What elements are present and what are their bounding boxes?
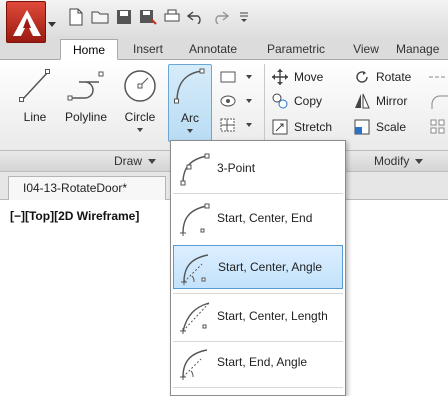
undo-icon[interactable] bbox=[186, 7, 206, 27]
polyline-label: Polyline bbox=[64, 110, 108, 124]
ribbon-tabs: Home Insert Annotate Parametric View Man… bbox=[0, 36, 448, 60]
mirror-button[interactable]: Mirror bbox=[352, 90, 407, 112]
viewport-controls-label[interactable]: [−][Top][2D Wireframe] bbox=[10, 209, 139, 223]
arc-label: Arc bbox=[181, 111, 199, 125]
application-menu-caret-icon[interactable] bbox=[48, 22, 56, 27]
save-icon[interactable] bbox=[114, 7, 134, 27]
polyline-icon bbox=[67, 71, 104, 101]
tab-home[interactable]: Home bbox=[60, 39, 118, 60]
modify-panel-title[interactable]: Modify bbox=[374, 154, 424, 168]
arc-dropdown-caret-icon[interactable] bbox=[187, 129, 193, 133]
tab-annotate[interactable]: Annotate bbox=[180, 39, 246, 60]
rotate-icon bbox=[352, 67, 372, 87]
modify-panel-caret-icon bbox=[415, 159, 424, 165]
ribbon-separator bbox=[264, 64, 265, 148]
autocad-logo-icon bbox=[13, 10, 41, 36]
arc-dropdown-menu: 3-Point Start, Center, End Start, Center… bbox=[170, 140, 346, 396]
arc-3-point-icon bbox=[180, 153, 210, 186]
tab-parametric[interactable]: Parametric bbox=[256, 39, 336, 60]
menu-item-label: Start, Center, Angle bbox=[218, 260, 323, 274]
line-label: Line bbox=[23, 110, 47, 124]
document-tab[interactable]: I04-13-RotateDoor* bbox=[8, 176, 166, 200]
circle-dropdown-caret-icon[interactable] bbox=[137, 128, 143, 132]
circle-button[interactable]: Circle bbox=[118, 64, 162, 150]
draw-panel-caret-icon bbox=[148, 159, 157, 165]
menu-item-label: 3-Point bbox=[217, 161, 256, 175]
ribbon-panel: Line Polyline Circle Arc Move Copy Stret… bbox=[0, 60, 448, 150]
tab-insert[interactable]: Insert bbox=[124, 39, 172, 60]
stretch-button[interactable]: Stretch bbox=[270, 116, 332, 138]
gradient-button[interactable] bbox=[218, 114, 252, 136]
print-icon[interactable] bbox=[162, 7, 182, 27]
mirror-label: Mirror bbox=[376, 94, 408, 108]
circle-label: Circle bbox=[124, 110, 156, 124]
arc-start-center-end-icon bbox=[180, 203, 210, 236]
menu-item-3-point[interactable]: 3-Point bbox=[173, 147, 343, 191]
hatch-icon bbox=[218, 91, 238, 111]
line-button[interactable]: Line bbox=[10, 64, 60, 150]
application-menu-button[interactable] bbox=[6, 1, 46, 43]
fillet-icon[interactable] bbox=[428, 90, 448, 112]
draw-panel-title[interactable]: Draw bbox=[114, 154, 157, 168]
menu-item-start-center-end[interactable]: Start, Center, End bbox=[173, 197, 343, 241]
arc-start-center-length-icon bbox=[180, 302, 210, 334]
gradient-icon bbox=[218, 115, 238, 135]
copy-icon bbox=[270, 91, 290, 111]
menu-item-label: Start, Center, Length bbox=[217, 309, 328, 323]
menu-separator bbox=[173, 293, 343, 294]
stretch-label: Stretch bbox=[294, 120, 333, 134]
copy-label: Copy bbox=[294, 94, 323, 108]
scale-label: Scale bbox=[376, 120, 407, 134]
circle-icon bbox=[124, 70, 156, 102]
draw-panel-label: Draw bbox=[114, 154, 143, 168]
rectangle-icon bbox=[218, 67, 238, 87]
arc-start-center-angle-icon bbox=[181, 254, 209, 285]
customize-icon[interactable] bbox=[234, 7, 254, 27]
quick-access-toolbar bbox=[0, 0, 448, 43]
menu-separator bbox=[173, 387, 343, 388]
arc-button[interactable]: Arc bbox=[168, 64, 212, 142]
hatch-button[interactable] bbox=[218, 90, 252, 112]
menu-item-start-end-angle[interactable]: Start, End, Angle bbox=[173, 341, 343, 385]
menu-item-start-center-length[interactable]: Start, Center, Length bbox=[173, 295, 343, 339]
trim-icon[interactable] bbox=[428, 66, 448, 88]
scale-button[interactable]: Scale bbox=[352, 116, 406, 138]
open-icon[interactable] bbox=[90, 7, 110, 27]
stretch-icon bbox=[270, 117, 290, 137]
arc-icon bbox=[174, 68, 205, 104]
redo-icon[interactable] bbox=[210, 7, 230, 27]
rotate-button[interactable]: Rotate bbox=[352, 66, 411, 88]
arc-start-end-angle-icon bbox=[180, 349, 208, 380]
copy-button[interactable]: Copy bbox=[270, 90, 322, 112]
move-icon bbox=[270, 67, 290, 87]
polyline-button[interactable]: Polyline bbox=[58, 64, 114, 150]
array-icon[interactable] bbox=[428, 116, 448, 138]
new-icon[interactable] bbox=[66, 7, 86, 27]
tab-view[interactable]: View bbox=[346, 39, 386, 60]
scale-icon bbox=[352, 117, 372, 137]
menu-item-start-center-angle[interactable]: Start, Center, Angle bbox=[173, 245, 343, 289]
tab-manage[interactable]: Manage bbox=[396, 39, 448, 60]
menu-separator bbox=[173, 193, 343, 194]
menu-item-label: Start, Center, End bbox=[217, 211, 313, 225]
save-as-icon[interactable] bbox=[138, 7, 158, 27]
menu-item-label: Start, End, Angle bbox=[217, 355, 308, 369]
rectangle-button[interactable] bbox=[218, 66, 252, 88]
rotate-label: Rotate bbox=[376, 70, 412, 84]
move-button[interactable]: Move bbox=[270, 66, 323, 88]
move-label: Move bbox=[294, 70, 324, 84]
modify-panel-label: Modify bbox=[374, 154, 410, 168]
mirror-icon bbox=[352, 91, 372, 111]
line-icon bbox=[19, 69, 50, 102]
